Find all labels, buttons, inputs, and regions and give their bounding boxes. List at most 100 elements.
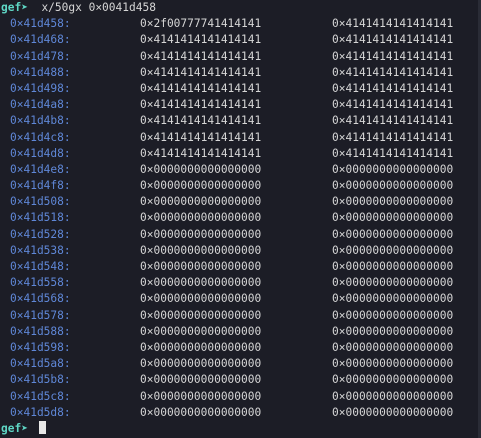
memory-value-1: 0×0000000000000000 (140, 243, 262, 257)
memory-value-2: 0×0000000000000000 (332, 195, 454, 209)
memory-address: 0×41d4d8: (10, 146, 71, 160)
memory-value-2: 0×4141414141414141 (332, 17, 454, 31)
memory-dump: 0×41d458: 0×2f00777741414141 0×41414141414… (0, 16, 481, 421)
input-line[interactable]: gef➤ (0, 420, 481, 437)
memory-value-1: 0×0000000000000000 (140, 405, 262, 419)
command-text: x/50gx 0×0041d458 (41, 1, 156, 14)
memory-value-2: 0×0000000000000000 (332, 292, 454, 306)
memory-row: 0×41d568: 0×0000000000000000 0×00000000000… (0, 291, 481, 307)
memory-row: 0×41d4f8: 0×0000000000000000 0×00000000000… (0, 178, 481, 194)
memory-value-2: 0×4141414141414141 (332, 130, 454, 144)
gef-prompt-final: gef➤ (1, 421, 28, 435)
memory-row: 0×41d528: 0×0000000000000000 0×00000000000… (0, 227, 481, 243)
memory-address: 0×41d488: (10, 65, 71, 79)
memory-row: 0×41d4e8: 0×0000000000000000 0×00000000000… (0, 162, 481, 178)
memory-value-1: 0×0000000000000000 (140, 389, 262, 403)
memory-value-2: 0×0000000000000000 (332, 357, 454, 371)
memory-value-1: 0×0000000000000000 (140, 211, 262, 225)
memory-address: 0×41d4f8: (10, 179, 71, 193)
memory-value-1: 0×0000000000000000 (140, 276, 262, 290)
terminal-window[interactable]: gef➤ x/50gx 0×0041d458 0×41d458: 0×2f0077… (0, 0, 481, 438)
memory-row: 0×41d508: 0×0000000000000000 0×00000000000… (0, 194, 481, 210)
memory-address: 0×41d518: (10, 211, 71, 225)
memory-value-2: 0×4141414141414141 (332, 49, 454, 63)
memory-value-1: 0×0000000000000000 (140, 340, 262, 354)
memory-address: 0×41d578: (10, 308, 71, 322)
memory-value-2: 0×0000000000000000 (332, 324, 454, 338)
memory-value-2: 0×4141414141414141 (332, 65, 454, 79)
memory-row: 0×41d548: 0×0000000000000000 0×00000000000… (0, 259, 481, 275)
memory-address: 0×41d548: (10, 260, 71, 273)
memory-value-2: 0×0000000000000000 (332, 179, 454, 193)
memory-value-2: 0×4141414141414141 (332, 146, 454, 160)
memory-value-1: 0×4141414141414141 (140, 33, 262, 47)
memory-row: 0×41d4a8: 0×4141414141414141 0×41414141414… (0, 97, 481, 113)
memory-address: 0×41d5c8: (10, 389, 71, 403)
memory-row: 0×41d558: 0×0000000000000000 0×00000000000… (0, 275, 481, 291)
memory-address: 0×41d4b8: (10, 114, 71, 128)
memory-value-1: 0×2f00777741414141 (140, 17, 262, 31)
memory-value-2: 0×0000000000000000 (332, 276, 454, 290)
memory-address: 0×41d528: (10, 227, 71, 241)
memory-address: 0×41d498: (10, 81, 71, 95)
memory-value-2: 0×0000000000000000 (332, 389, 454, 403)
memory-value-1: 0×4141414141414141 (140, 114, 262, 128)
memory-row: 0×41d578: 0×0000000000000000 0×00000000000… (0, 308, 481, 324)
memory-value-1: 0×0000000000000000 (140, 357, 262, 371)
memory-value-2: 0×0000000000000000 (332, 243, 454, 257)
memory-address: 0×41d5a8: (10, 357, 71, 371)
memory-value-2: 0×0000000000000000 (332, 162, 454, 176)
memory-value-2: 0×0000000000000000 (332, 260, 454, 273)
memory-row: 0×41d468: 0×4141414141414141 0×41414141414… (0, 32, 481, 48)
memory-value-1: 0×0000000000000000 (140, 373, 262, 387)
memory-row: 0×41d598: 0×0000000000000000 0×00000000000… (0, 340, 481, 356)
memory-row: 0×41d4c8: 0×4141414141414141 0×41414141414… (0, 130, 481, 146)
memory-row: 0×41d5a8: 0×0000000000000000 0×00000000000… (0, 356, 481, 372)
memory-value-1: 0×0000000000000000 (140, 324, 262, 338)
memory-address: 0×41d4e8: (10, 162, 71, 176)
memory-row: 0×41d4d8: 0×4141414141414141 0×41414141414… (0, 146, 481, 162)
memory-address: 0×41d5d8: (10, 405, 71, 419)
memory-value-2: 0×4141414141414141 (332, 81, 454, 95)
memory-value-2: 0×0000000000000000 (332, 308, 454, 322)
memory-address: 0×41d598: (10, 340, 71, 354)
memory-value-1: 0×0000000000000000 (140, 308, 262, 322)
memory-value-1: 0×0000000000000000 (140, 260, 262, 273)
memory-address: 0×41d558: (10, 276, 71, 290)
memory-value-1: 0×0000000000000000 (140, 227, 262, 241)
memory-row: 0×41d498: 0×4141414141414141 0×41414141414… (0, 81, 481, 97)
gef-prompt: gef➤ (1, 1, 28, 14)
memory-row: 0×41d588: 0×0000000000000000 0×00000000000… (0, 324, 481, 340)
memory-row: 0×41d538: 0×0000000000000000 0×00000000000… (0, 243, 481, 259)
memory-row: 0×41d4b8: 0×4141414141414141 0×41414141414… (0, 113, 481, 129)
memory-address: 0×41d478: (10, 49, 71, 63)
memory-value-2: 0×4141414141414141 (332, 114, 454, 128)
memory-value-1: 0×4141414141414141 (140, 65, 262, 79)
memory-value-1: 0×4141414141414141 (140, 81, 262, 95)
memory-value-2: 0×0000000000000000 (332, 227, 454, 241)
memory-row: 0×41d478: 0×4141414141414141 0×41414141414… (0, 49, 481, 65)
memory-value-1: 0×0000000000000000 (140, 292, 262, 306)
memory-address: 0×41d458: (10, 17, 71, 31)
memory-value-1: 0×0000000000000000 (140, 195, 262, 209)
memory-value-1: 0×4141414141414141 (140, 146, 262, 160)
memory-value-2: 0×0000000000000000 (332, 340, 454, 354)
memory-row: 0×41d458: 0×2f00777741414141 0×41414141414… (0, 16, 481, 32)
memory-address: 0×41d568: (10, 292, 71, 306)
memory-value-1: 0×0000000000000000 (140, 179, 262, 193)
memory-address: 0×41d538: (10, 243, 71, 257)
memory-row: 0×41d5c8: 0×0000000000000000 0×00000000000… (0, 389, 481, 405)
memory-value-1: 0×4141414141414141 (140, 49, 262, 63)
memory-address: 0×41d4c8: (10, 130, 71, 144)
command-line: gef➤ x/50gx 0×0041d458 (0, 0, 481, 16)
memory-address: 0×41d5b8: (10, 373, 71, 387)
memory-address: 0×41d4a8: (10, 98, 71, 112)
memory-value-2: 0×4141414141414141 (332, 98, 454, 112)
memory-value-1: 0×0000000000000000 (140, 162, 262, 176)
memory-row: 0×41d5b8: 0×0000000000000000 0×00000000000… (0, 372, 481, 388)
memory-address: 0×41d588: (10, 324, 71, 338)
memory-value-2: 0×4141414141414141 (332, 33, 454, 47)
memory-value-1: 0×4141414141414141 (140, 130, 262, 144)
memory-row: 0×41d5d8: 0×0000000000000000 0×00000000000… (0, 405, 481, 421)
memory-value-2: 0×0000000000000000 (332, 405, 454, 419)
